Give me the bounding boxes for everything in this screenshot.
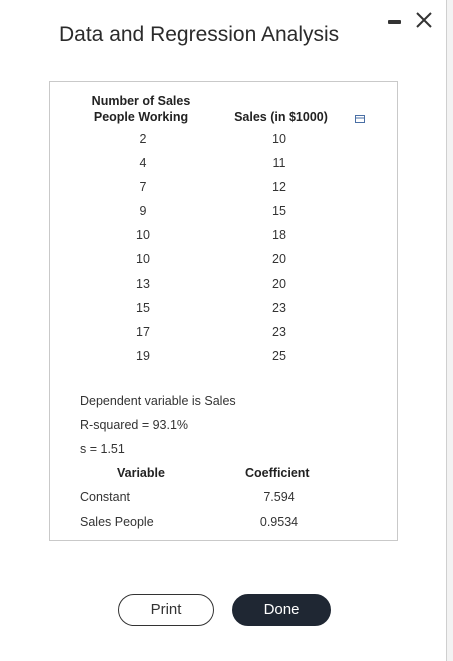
table-cell-sales: 23 — [272, 301, 286, 315]
table-cell-people: 17 — [136, 325, 150, 339]
table-cell-people: 9 — [139, 204, 147, 218]
table-cell-people: 15 — [136, 301, 150, 315]
table-cell-people: 10 — [136, 252, 150, 266]
table-cell-sales: 25 — [272, 349, 286, 363]
header-sales: Sales (in $1000) — [234, 110, 328, 124]
header-sales-people: Number of Sales People Working — [91, 94, 191, 124]
table-cell-sales: 15 — [272, 204, 286, 218]
expand-icon[interactable] — [355, 111, 366, 123]
dialog-title: Data and Regression Analysis — [59, 23, 340, 46]
s-value-text: s = 1.51 — [80, 442, 125, 456]
table-cell-sales: 20 — [272, 277, 286, 291]
table-cell-people: 10 — [136, 228, 150, 242]
variable-constant: Constant — [80, 490, 131, 504]
r-squared-text: R-squared = 93.1% — [80, 418, 189, 432]
table-cell-people: 7 — [139, 180, 147, 194]
table-cell-people: 4 — [139, 156, 147, 170]
table-cell-sales: 23 — [272, 325, 286, 339]
variable-sales-people: Sales People — [80, 515, 154, 529]
done-button[interactable]: Done — [232, 594, 331, 626]
table-cell-sales: 10 — [272, 132, 286, 146]
background-window-edge — [446, 0, 453, 661]
table-cell-sales: 11 — [272, 156, 286, 170]
data-panel: Number of Sales People Working Sales (in… — [49, 81, 398, 541]
table-cell-sales: 20 — [272, 252, 286, 266]
variable-header: Variable — [117, 466, 165, 480]
minimize-icon[interactable] — [388, 14, 401, 26]
table-cell-sales: 12 — [272, 180, 286, 194]
dependent-variable-text: Dependent variable is Sales — [80, 394, 236, 408]
coefficient-constant: 7.594 — [263, 490, 295, 504]
table-cell-people: 13 — [136, 277, 150, 291]
table-cell-people: 2 — [139, 132, 147, 146]
coefficient-sales-people: 0.9534 — [259, 515, 299, 529]
coefficient-header: Coefficient — [245, 466, 310, 480]
close-icon[interactable] — [414, 10, 434, 30]
table-cell-people: 19 — [136, 349, 150, 363]
table-cell-sales: 18 — [272, 228, 286, 242]
print-button[interactable]: Print — [118, 594, 214, 626]
